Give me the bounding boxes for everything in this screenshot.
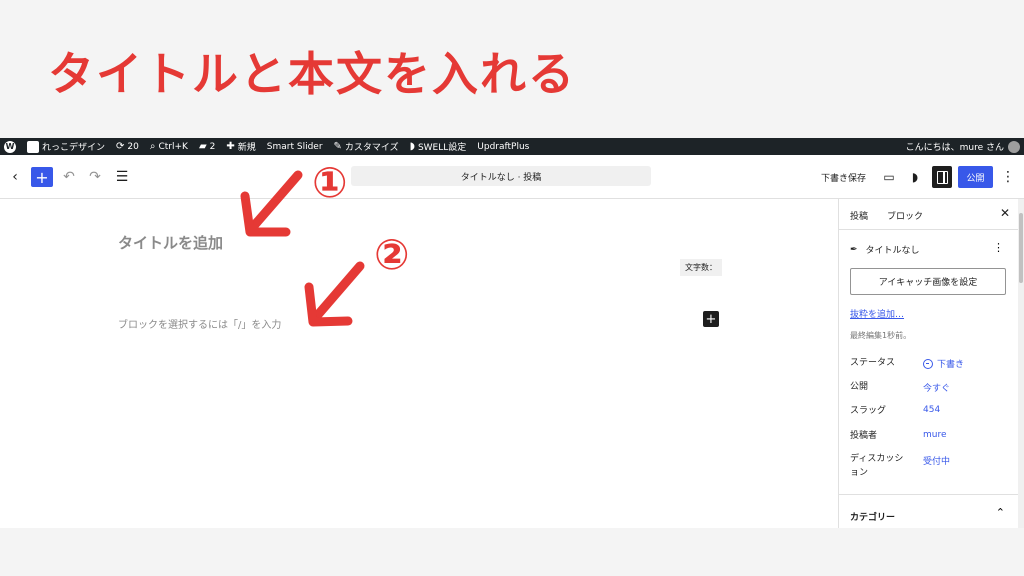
callout-number-two: ② xyxy=(374,230,410,279)
callout-number-one: ① xyxy=(312,158,348,207)
annotation-arrows xyxy=(240,170,365,327)
arrow-to-title xyxy=(240,170,303,237)
arrow-to-body xyxy=(304,261,365,327)
